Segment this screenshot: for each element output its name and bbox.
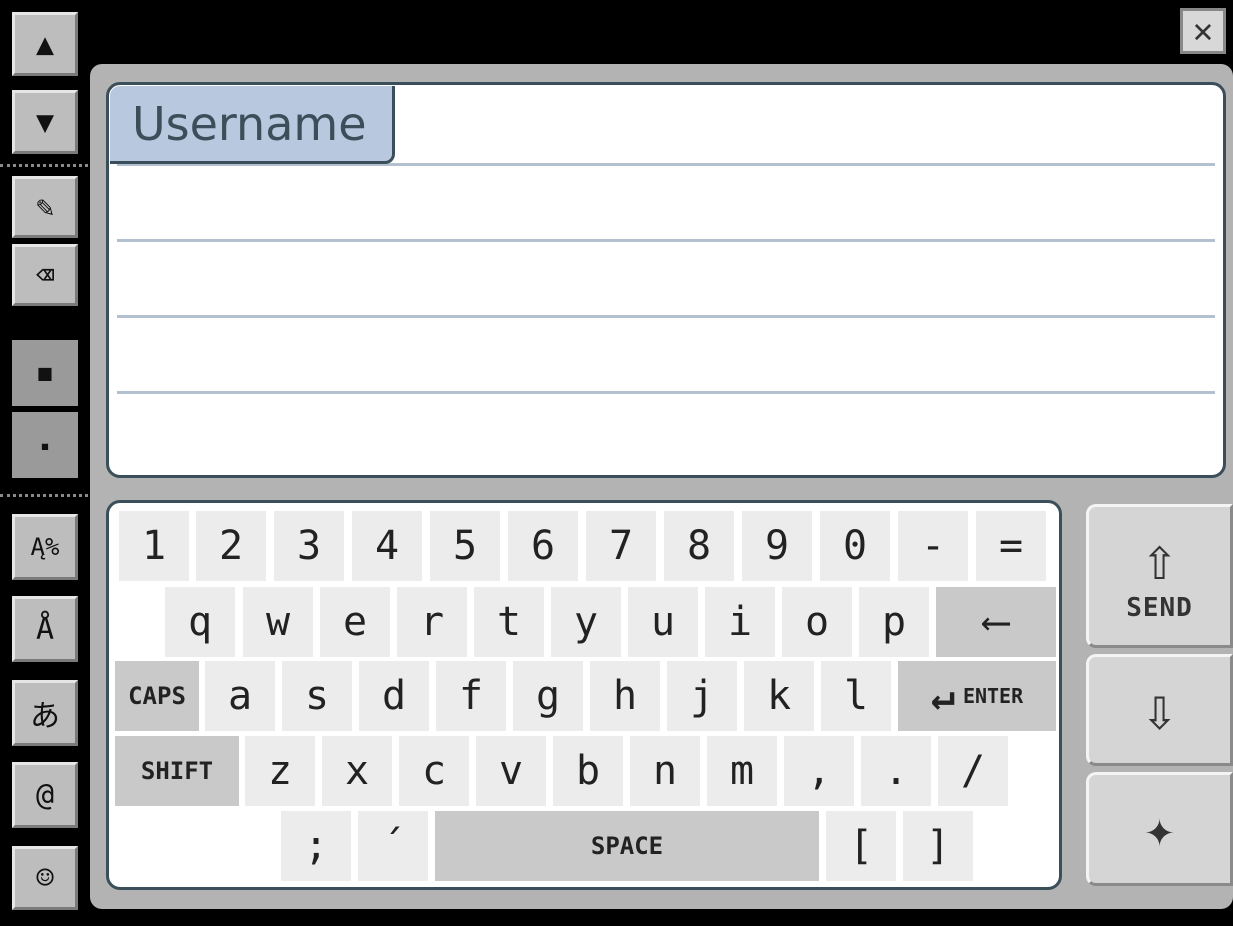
connect-button[interactable]: ✦: [1086, 772, 1233, 886]
key-b[interactable]: b: [553, 736, 623, 806]
key-y[interactable]: y: [551, 587, 621, 657]
key-3[interactable]: 3: [274, 511, 344, 581]
key-bracket-open[interactable]: [: [826, 811, 896, 881]
brush-large-button[interactable]: ■: [12, 340, 78, 406]
key-7[interactable]: 7: [586, 511, 656, 581]
key-minus[interactable]: -: [898, 511, 968, 581]
key-bracket-close[interactable]: ]: [903, 811, 973, 881]
key-5[interactable]: 5: [430, 511, 500, 581]
hiragana-icon: あ: [30, 699, 60, 734]
eraser-icon: ⌫: [35, 257, 55, 293]
send-button[interactable]: ⇧ SEND: [1086, 504, 1233, 648]
pencil-icon: ✎: [35, 189, 55, 225]
caps-key[interactable]: CAPS: [115, 661, 199, 731]
receive-icon: ⇩: [1141, 675, 1178, 745]
key-w[interactable]: w: [243, 587, 313, 657]
key-l[interactable]: l: [821, 661, 891, 731]
key-acute[interactable]: ´: [358, 811, 428, 881]
send-label: SEND: [1126, 593, 1193, 623]
eraser-tool-button[interactable]: ⌫: [12, 244, 78, 306]
key-h[interactable]: h: [590, 661, 660, 731]
key-f[interactable]: f: [436, 661, 506, 731]
key-9[interactable]: 9: [742, 511, 812, 581]
close-icon: ✕: [1192, 11, 1214, 51]
hiragana-keyboard-button[interactable]: あ: [12, 680, 78, 746]
username-label: Username: [132, 96, 367, 151]
key-2[interactable]: 2: [196, 511, 266, 581]
emoticon-keyboard-button[interactable]: ☺: [12, 846, 78, 910]
key-c[interactable]: c: [399, 736, 469, 806]
key-q[interactable]: q: [165, 587, 235, 657]
sidebar-divider: [0, 494, 88, 497]
close-button[interactable]: ✕: [1180, 8, 1226, 54]
note-line: [117, 315, 1215, 318]
key-i[interactable]: i: [705, 587, 775, 657]
key-0[interactable]: 0: [820, 511, 890, 581]
key-z[interactable]: z: [245, 736, 315, 806]
enter-label: ENTER: [962, 684, 1024, 708]
scroll-up-button[interactable]: ▲: [12, 12, 78, 76]
note-line: [117, 391, 1215, 394]
key-equals[interactable]: =: [976, 511, 1046, 581]
at-icon: @: [35, 777, 55, 813]
key-e[interactable]: e: [320, 587, 390, 657]
key-t[interactable]: t: [474, 587, 544, 657]
shift-key[interactable]: SHIFT: [115, 736, 239, 806]
key-s[interactable]: s: [282, 661, 352, 731]
key-o[interactable]: o: [782, 587, 852, 657]
key-4[interactable]: 4: [352, 511, 422, 581]
key-semicolon[interactable]: ;: [281, 811, 351, 881]
symbols-keyboard-button[interactable]: Ą%: [12, 514, 78, 580]
key-comma[interactable]: ,: [784, 736, 854, 806]
large-square-icon: ■: [38, 360, 52, 386]
receive-button[interactable]: ⇩: [1086, 654, 1233, 766]
key-k[interactable]: k: [744, 661, 814, 731]
enter-icon: ↵: [930, 673, 955, 719]
note-line: [117, 239, 1215, 242]
space-key[interactable]: SPACE: [435, 811, 819, 881]
key-1[interactable]: 1: [119, 511, 189, 581]
key-6[interactable]: 6: [508, 511, 578, 581]
key-n[interactable]: n: [630, 736, 700, 806]
sidebar-divider: [0, 164, 88, 167]
key-g[interactable]: g: [513, 661, 583, 731]
scroll-down-button[interactable]: ▼: [12, 90, 78, 154]
key-u[interactable]: u: [628, 587, 698, 657]
key-d[interactable]: d: [359, 661, 429, 731]
arrow-up-icon: ▲: [35, 26, 55, 62]
enter-key[interactable]: ↵ ENTER: [898, 661, 1056, 731]
smiley-icon: ☺: [35, 860, 55, 896]
small-square-icon: ▪: [40, 435, 50, 455]
key-r[interactable]: r: [397, 587, 467, 657]
backspace-key[interactable]: ⟵: [936, 587, 1056, 657]
accents-keyboard-button[interactable]: Å: [12, 596, 78, 662]
arrow-down-icon: ▼: [35, 104, 55, 140]
connect-icon: ✦: [1144, 800, 1175, 858]
key-x[interactable]: x: [322, 736, 392, 806]
key-v[interactable]: v: [476, 736, 546, 806]
key-p[interactable]: p: [859, 587, 929, 657]
at-keyboard-button[interactable]: @: [12, 762, 78, 828]
send-icon: ⇧: [1141, 524, 1178, 594]
key-slash[interactable]: /: [938, 736, 1008, 806]
username-tab: Username: [110, 86, 395, 164]
brush-small-button[interactable]: ▪: [12, 412, 78, 478]
pencil-tool-button[interactable]: ✎: [12, 176, 78, 238]
backspace-arrow-icon: ⟵: [983, 599, 1009, 645]
key-period[interactable]: .: [861, 736, 931, 806]
key-j[interactable]: j: [667, 661, 737, 731]
symbols-icon: Ą%: [30, 533, 60, 561]
keyboard: 1 2 3 4 5 6 7 8 9 0 - = q w e r t y u i …: [106, 500, 1062, 890]
key-8[interactable]: 8: [664, 511, 734, 581]
key-a[interactable]: a: [205, 661, 275, 731]
accent-icon: Å: [35, 611, 55, 647]
key-m[interactable]: m: [707, 736, 777, 806]
